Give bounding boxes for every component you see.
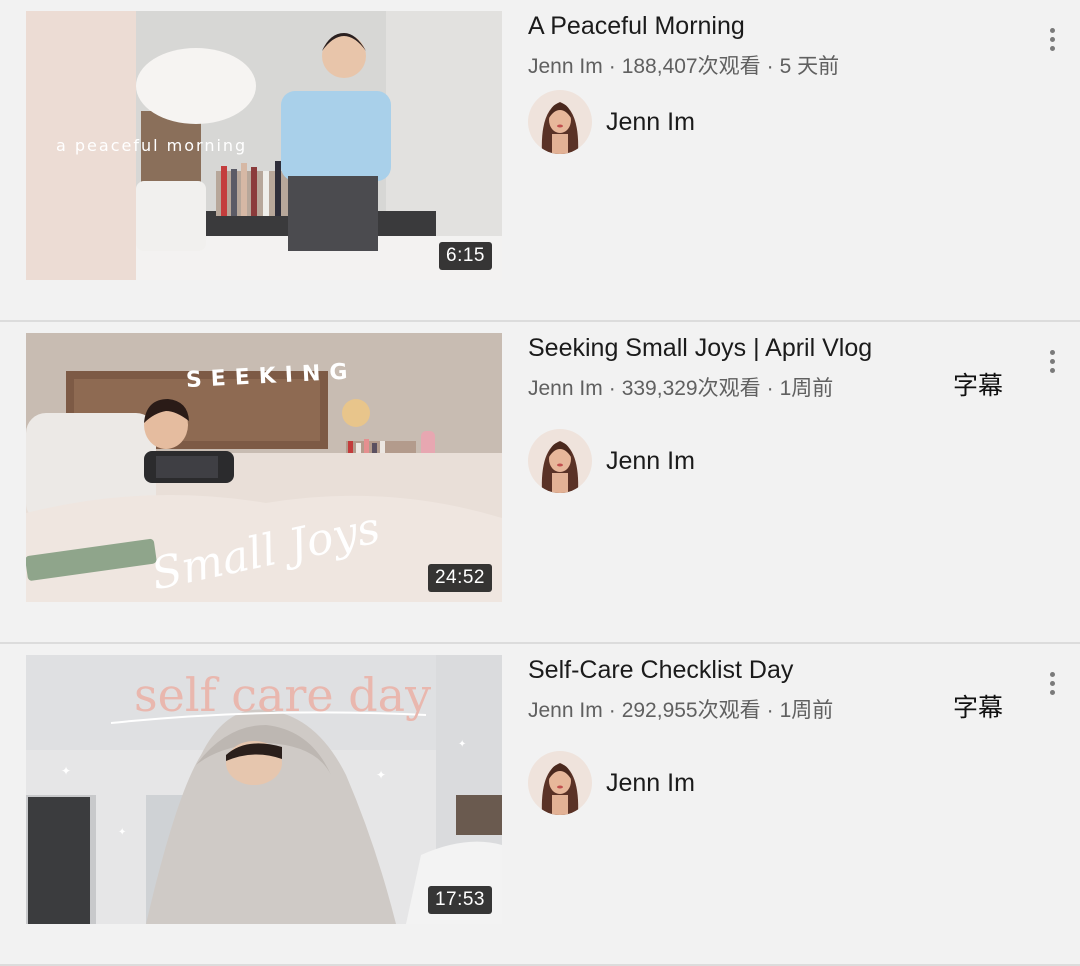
meta-separator: · bbox=[766, 699, 774, 722]
thumbnail-image: self care day ✦ ✦ ✦ ✦ bbox=[26, 655, 502, 924]
meta-age: 1周前 bbox=[779, 377, 834, 400]
channel-link[interactable]: Jenn Im bbox=[528, 89, 695, 155]
video-row[interactable]: self care day ✦ ✦ ✦ ✦ 17:53 Self-Care Ch… bbox=[0, 644, 1080, 966]
more-vert-icon[interactable] bbox=[1036, 336, 1068, 386]
video-thumbnail[interactable]: a peaceful morning 6:15 bbox=[26, 11, 502, 280]
svg-text:✦: ✦ bbox=[458, 739, 466, 750]
video-row[interactable]: SEEKING Small Joys 24:52 Seeking Small J… bbox=[0, 322, 1080, 644]
meta-age: 5 天前 bbox=[779, 55, 840, 78]
duration-badge: 17:53 bbox=[427, 886, 492, 914]
channel-link[interactable]: Jenn Im bbox=[528, 750, 695, 816]
more-vert-icon[interactable] bbox=[1036, 658, 1068, 708]
duration-badge: 6:15 bbox=[439, 242, 492, 270]
video-thumbnail[interactable]: self care day ✦ ✦ ✦ ✦ 17:53 bbox=[26, 655, 502, 924]
channel-name[interactable]: Jenn Im bbox=[606, 108, 695, 137]
more-vert-icon[interactable] bbox=[1036, 14, 1068, 64]
video-row[interactable]: a peaceful morning 6:15 A Peaceful Morni… bbox=[0, 0, 1080, 322]
subtitles-badge: 字幕 bbox=[953, 694, 1004, 722]
channel-name[interactable]: Jenn Im bbox=[606, 447, 695, 476]
thumbnail-caption: a peaceful morning bbox=[56, 136, 247, 155]
duration-badge: 24:52 bbox=[427, 564, 492, 592]
svg-text:✦: ✦ bbox=[118, 827, 126, 838]
meta-views: 339,329次观看 bbox=[621, 377, 761, 400]
thumbnail-image: SEEKING Small Joys bbox=[26, 333, 502, 602]
avatar[interactable] bbox=[528, 429, 592, 493]
channel-name[interactable]: Jenn Im bbox=[606, 769, 695, 798]
meta-channel: Jenn Im bbox=[528, 699, 603, 722]
meta-channel: Jenn Im bbox=[528, 377, 603, 400]
meta-views: 188,407次观看 bbox=[621, 55, 761, 78]
meta-age: 1周前 bbox=[779, 699, 834, 722]
video-title[interactable]: Self-Care Checklist Day bbox=[528, 656, 793, 685]
video-meta: Jenn Im · 339,329次观看 · 1周前 bbox=[528, 372, 833, 402]
meta-views: 292,955次观看 bbox=[621, 699, 761, 722]
subtitles-badge: 字幕 bbox=[953, 372, 1004, 400]
channel-link[interactable]: Jenn Im bbox=[528, 428, 695, 494]
svg-text:✦: ✦ bbox=[376, 768, 386, 782]
video-title[interactable]: Seeking Small Joys | April Vlog bbox=[528, 334, 872, 363]
meta-channel: Jenn Im bbox=[528, 55, 603, 78]
meta-separator: · bbox=[608, 377, 616, 400]
video-thumbnail[interactable]: SEEKING Small Joys 24:52 bbox=[26, 333, 502, 602]
meta-separator: · bbox=[608, 55, 616, 78]
meta-separator: · bbox=[608, 699, 616, 722]
meta-separator: · bbox=[766, 55, 774, 78]
video-title[interactable]: A Peaceful Morning bbox=[528, 12, 745, 41]
avatar[interactable] bbox=[528, 751, 592, 815]
video-meta: Jenn Im · 188,407次观看 · 5 天前 bbox=[528, 50, 839, 80]
video-meta: Jenn Im · 292,955次观看 · 1周前 bbox=[528, 694, 833, 724]
video-list: a peaceful morning 6:15 A Peaceful Morni… bbox=[0, 0, 1080, 966]
thumbnail-image: a peaceful morning bbox=[26, 11, 502, 280]
svg-text:✦: ✦ bbox=[61, 764, 71, 778]
meta-separator: · bbox=[766, 377, 774, 400]
thumbnail-caption: self care day bbox=[134, 668, 431, 722]
avatar[interactable] bbox=[528, 90, 592, 154]
